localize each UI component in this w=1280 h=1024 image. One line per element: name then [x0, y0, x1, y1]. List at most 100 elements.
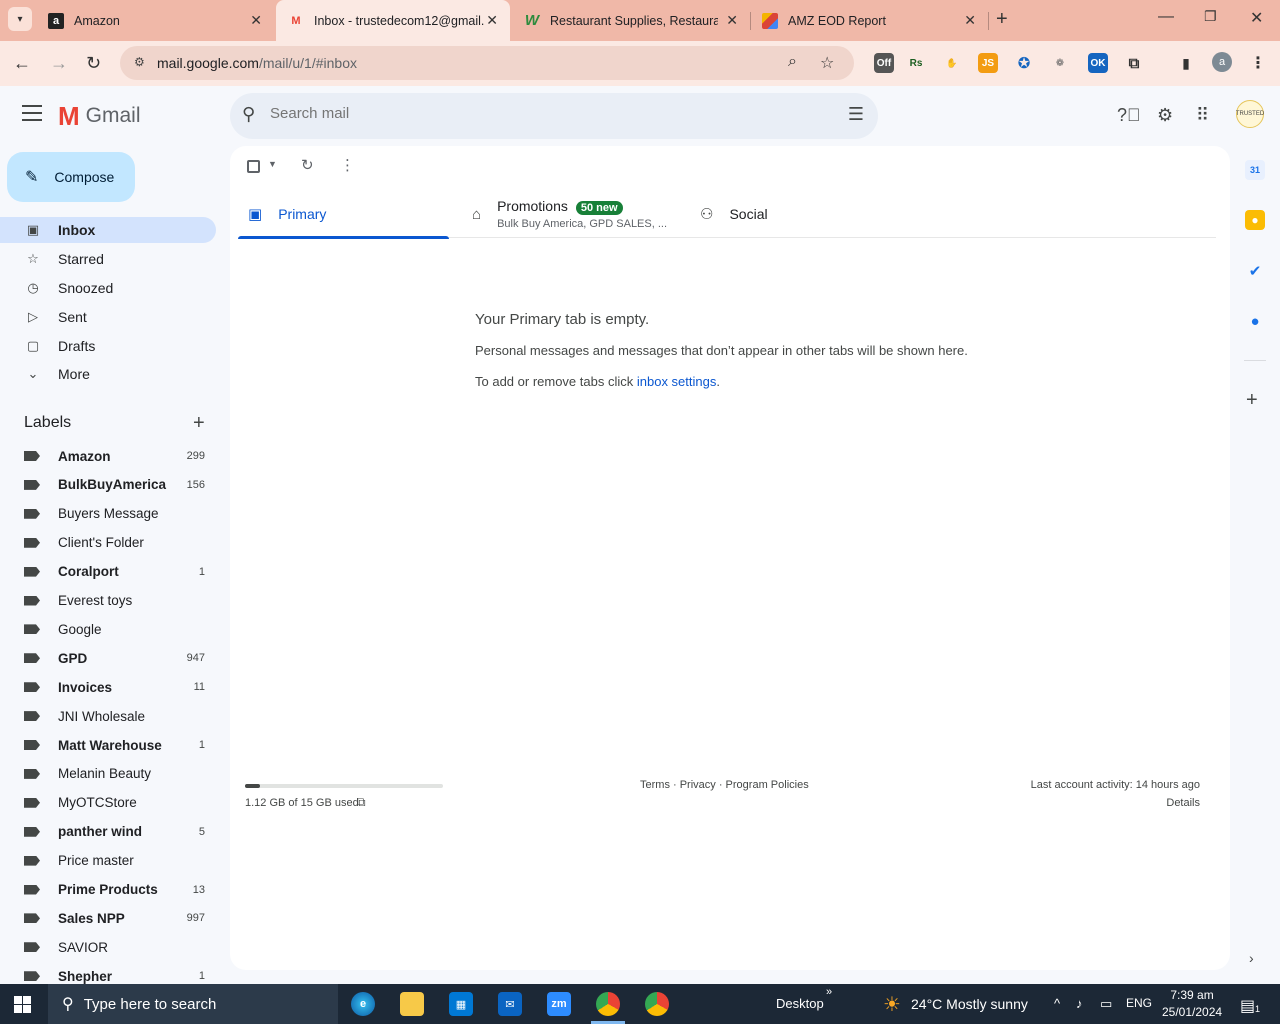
minimize-icon[interactable]: —	[1158, 8, 1174, 26]
weather-text[interactable]: 24°C Mostly sunny	[911, 996, 1028, 1012]
taskbar-clock[interactable]: 7:39 am 25/01/2024	[1162, 987, 1222, 1021]
chrome-profile-icon[interactable]	[645, 992, 669, 1016]
extension-js-icon[interactable]: JS	[978, 53, 998, 73]
refresh-icon[interactable]: ↻	[301, 156, 314, 174]
contacts-icon[interactable]: ●	[1245, 311, 1265, 331]
tab-social[interactable]: ⚇ Social	[700, 190, 900, 238]
open-storage-icon[interactable]: ⧉	[357, 795, 366, 810]
label-item[interactable]: Everest toys	[0, 589, 216, 613]
bookmark-star-icon[interactable]: ☆	[820, 53, 834, 73]
label-item[interactable]: Melanin Beauty	[0, 762, 216, 786]
select-dropdown-icon[interactable]: ▼	[268, 159, 277, 169]
label-item[interactable]: Buyers Message	[0, 502, 216, 526]
main-menu-icon[interactable]	[22, 105, 42, 121]
label-item[interactable]: BulkBuyAmerica 156	[0, 473, 216, 497]
select-all-checkbox[interactable]	[247, 160, 260, 173]
browser-tab-gmail[interactable]: M Inbox - trustedecom12@gmail.com ✕	[276, 0, 510, 41]
extension-ok-icon[interactable]: OK	[1088, 53, 1108, 73]
notifications-icon[interactable]: ▤	[1240, 996, 1255, 1016]
extension-off-icon[interactable]: Off	[874, 53, 894, 73]
search-icon[interactable]: ⚲	[242, 104, 255, 125]
close-tab-icon[interactable]: ✕	[726, 12, 738, 29]
label-item[interactable]: SAVIOR	[0, 935, 216, 959]
settings-gear-icon[interactable]: ⚙	[1157, 105, 1173, 126]
nav-inbox[interactable]: ▣ Inbox	[0, 217, 216, 243]
gmail-logo[interactable]: M Gmail	[58, 103, 141, 129]
forward-icon[interactable]: →	[50, 53, 68, 74]
nav-starred[interactable]: ☆ Starred	[0, 246, 216, 272]
add-label-icon[interactable]: +	[193, 412, 205, 435]
browser-tab-restaurant[interactable]: W Restaurant Supplies, Restaurant Equipm…	[512, 0, 750, 41]
search-options-icon[interactable]: ☰	[848, 104, 864, 125]
label-item[interactable]: Price master	[0, 849, 216, 873]
tasks-icon[interactable]: ✔	[1245, 261, 1265, 281]
tray-overflow-icon[interactable]: ^	[1054, 996, 1060, 1011]
speaker-icon[interactable]: ♪	[1076, 996, 1083, 1011]
new-tab-icon[interactable]: +	[996, 8, 1008, 31]
footer-links[interactable]: Terms · Privacy · Program Policies	[640, 779, 809, 791]
restore-icon[interactable]: ❐	[1204, 8, 1217, 25]
file-explorer-icon[interactable]	[400, 992, 424, 1016]
zoom-icon[interactable]: ⌕	[788, 53, 797, 71]
google-apps-icon[interactable]: ⠿	[1196, 105, 1209, 126]
tab-promotions[interactable]: ⌂ Promotions 50 new Bulk Buy America, GPD…	[472, 190, 692, 238]
label-item[interactable]: Invoices 11	[0, 675, 216, 699]
more-options-icon[interactable]: ⋮	[340, 156, 355, 174]
chrome-icon[interactable]	[596, 992, 620, 1016]
label-item[interactable]: panther wind 5	[0, 820, 216, 844]
close-window-icon[interactable]: ✕	[1250, 8, 1263, 28]
input-language[interactable]: ENG	[1126, 996, 1152, 1010]
site-info-icon[interactable]: ⚙	[134, 55, 145, 69]
label-item[interactable]: JNI Wholesale	[0, 704, 216, 728]
reload-icon[interactable]: ↻	[86, 53, 101, 74]
label-item[interactable]: Google	[0, 617, 216, 641]
close-tab-icon[interactable]: ✕	[250, 12, 262, 29]
close-tab-icon[interactable]: ✕	[486, 12, 498, 29]
store-icon[interactable]: ▦	[449, 992, 473, 1016]
url-text[interactable]: mail.google.com/mail/u/1/#inbox	[157, 55, 357, 71]
extensions-puzzle-icon[interactable]: ⧉	[1124, 53, 1144, 73]
calendar-icon[interactable]: 31	[1245, 160, 1265, 180]
compose-button[interactable]: ✎ Compose	[7, 152, 135, 202]
browser-tab-amazon[interactable]: a Amazon ✕	[36, 0, 274, 41]
browser-tab-amz-report[interactable]: AMZ EOD Report ✕	[750, 0, 988, 41]
get-addons-icon[interactable]: +	[1246, 389, 1258, 412]
label-item[interactable]: Sales NPP 997	[0, 906, 216, 930]
address-bar[interactable]: ⚙ mail.google.com/mail/u/1/#inbox ⌕ ☆	[120, 46, 854, 80]
expand-side-panel-icon[interactable]: ›	[1249, 950, 1254, 966]
nav-sent[interactable]: ▷ Sent	[0, 304, 216, 330]
windows-start-icon[interactable]	[14, 996, 31, 1013]
account-avatar[interactable]: TRUSTED	[1236, 100, 1264, 128]
extension-rocket-icon[interactable]: ❁	[1050, 53, 1070, 73]
profile-avatar[interactable]: a	[1212, 52, 1232, 72]
browser-menu-icon[interactable]: ⋮	[1248, 53, 1268, 73]
taskbar-search[interactable]: ⚲ Type here to search	[48, 984, 338, 1024]
side-panel-icon[interactable]: ▮	[1176, 53, 1196, 73]
label-item[interactable]: Matt Warehouse 1	[0, 733, 216, 757]
keep-icon[interactable]: ●	[1245, 210, 1265, 230]
label-item[interactable]: Amazon 299	[0, 444, 216, 468]
activity-details-link[interactable]: Details	[1031, 797, 1200, 809]
nav-snoozed[interactable]: ◷ Snoozed	[0, 275, 216, 301]
close-tab-icon[interactable]: ✕	[964, 12, 976, 29]
extension-rs-icon[interactable]: Rs	[906, 53, 926, 73]
back-icon[interactable]: ←	[13, 53, 31, 74]
inbox-settings-link[interactable]: inbox settings	[637, 374, 717, 389]
search-input[interactable]	[270, 105, 830, 122]
extension-badge-icon[interactable]: ✪	[1014, 53, 1034, 73]
nav-more[interactable]: ⌄ More	[0, 361, 216, 387]
tab-primary[interactable]: ▣ Primary	[238, 190, 449, 239]
nav-drafts[interactable]: ▢ Drafts	[0, 333, 216, 359]
label-item[interactable]: Coralport 1	[0, 560, 216, 584]
label-item[interactable]: MyOTCStore	[0, 791, 216, 815]
tab-search-icon[interactable]: ▾	[8, 7, 32, 31]
label-item[interactable]: GPD 947	[0, 646, 216, 670]
mail-icon[interactable]: ✉	[498, 992, 522, 1016]
toolbar-overflow-icon[interactable]: »	[826, 986, 832, 998]
zoom-app-icon[interactable]: zm	[547, 992, 571, 1016]
help-icon[interactable]: ?⃝	[1117, 105, 1141, 126]
label-item[interactable]: Client's Folder	[0, 531, 216, 555]
desktop-toolbar[interactable]: Desktop	[776, 996, 824, 1011]
edge-icon[interactable]: e	[351, 992, 375, 1016]
extension-hands-icon[interactable]: ✋	[942, 53, 962, 73]
